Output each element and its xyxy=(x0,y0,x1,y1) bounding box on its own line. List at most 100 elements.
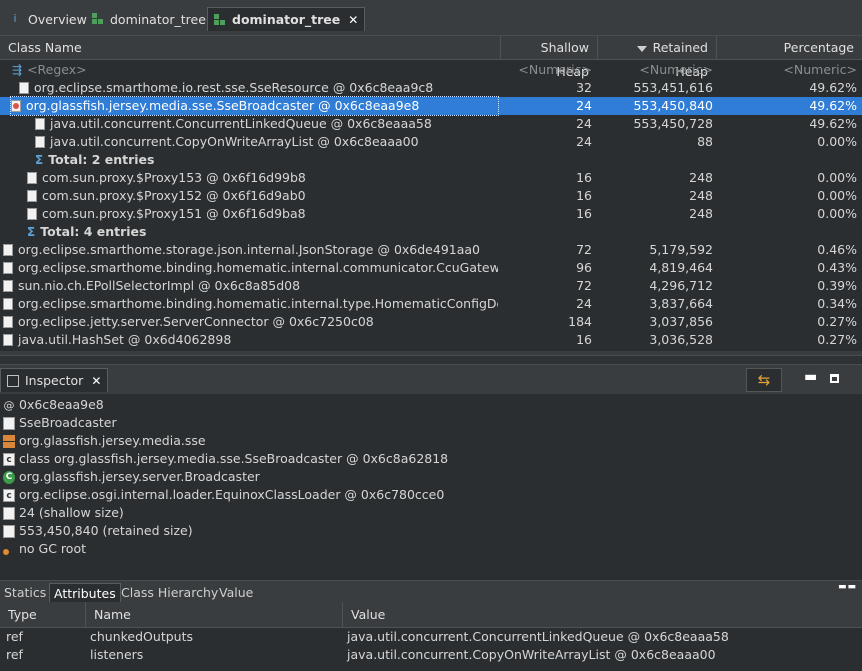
attr-type: ref xyxy=(6,629,23,644)
cell-shallow: 24 xyxy=(576,296,592,311)
tab-statics[interactable]: Statics xyxy=(0,583,50,603)
inspector-package: org.glassfish.jersey.media.sse xyxy=(3,432,206,450)
object-icon xyxy=(11,100,21,112)
cell-shallow: 96 xyxy=(576,260,592,275)
table-row[interactable]: org.glassfish.jersey.media.sse.SseBroadc… xyxy=(0,96,862,116)
horizontal-scrollbar[interactable] xyxy=(0,351,862,355)
filter-retained[interactable]: <Numeric> xyxy=(598,61,713,79)
cell-shallow: 16 xyxy=(576,332,592,347)
cell-class-name: java.util.HashSet @ 0x6d4062898 xyxy=(3,331,498,349)
tab-label: Overview xyxy=(28,11,87,27)
sum-icon: Σ xyxy=(35,153,44,167)
maximize-icon[interactable] xyxy=(830,374,839,383)
inspector-title: Inspector xyxy=(25,373,84,388)
table-row[interactable]: java.util.concurrent.ConcurrentLinkedQue… xyxy=(0,115,862,133)
inspector-subtabs: Statics Attributes Class Hierarchy Value… xyxy=(0,580,862,603)
class-icon: c xyxy=(3,452,15,466)
cell-shallow: 72 xyxy=(576,242,592,257)
object-icon xyxy=(27,208,37,220)
column-class-name[interactable]: Class Name xyxy=(0,36,501,60)
table-row[interactable]: java.util.concurrent.CopyOnWriteArrayLis… xyxy=(0,133,862,151)
tab-dominator-tree-1[interactable]: dominator_tree xyxy=(86,8,212,30)
sum-icon: Σ xyxy=(27,225,36,239)
object-icon xyxy=(35,118,45,130)
table-row[interactable]: ref listeners java.util.concurrent.CopyO… xyxy=(0,646,862,664)
column-retained-heap[interactable]: Retained Heap xyxy=(598,36,717,79)
table-row[interactable]: com.sun.proxy.$Proxy152 @ 0x6f16d9ab0 16 2… xyxy=(0,187,862,205)
cell-class-name: java.util.concurrent.ConcurrentLinkedQue… xyxy=(35,115,498,133)
minimize-icon[interactable]: ▬ xyxy=(804,369,817,385)
tab-overview[interactable]: i Overview xyxy=(2,8,93,30)
object-icon xyxy=(27,190,37,202)
inspector-shallow-size: 24 (shallow size) xyxy=(3,504,124,522)
table-row[interactable]: org.eclipse.smarthome.binding.homematic.… xyxy=(0,295,862,313)
table-row[interactable]: com.sun.proxy.$Proxy151 @ 0x6f16d9ba8 16 2… xyxy=(0,205,862,223)
total-row[interactable]: Σ Total: 4 entries xyxy=(0,223,862,241)
table-row[interactable]: com.sun.proxy.$Proxy153 @ 0x6f16d99b8 16 2… xyxy=(0,169,862,187)
column-type[interactable]: Type xyxy=(0,602,86,628)
cell-retained: 248 xyxy=(689,170,713,185)
object-icon xyxy=(3,298,13,310)
tab-dominator-tree-2[interactable]: dominator_tree ✕ xyxy=(207,7,366,31)
object-icon xyxy=(3,416,15,430)
cell-percent: 0.46% xyxy=(817,242,857,257)
column-name[interactable]: Name xyxy=(86,602,343,628)
total-row[interactable]: Σ Total: 2 entries xyxy=(0,151,862,169)
cell-class-name: com.sun.proxy.$Proxy152 @ 0x6f16d9ab0 xyxy=(27,187,498,205)
table-row[interactable]: org.eclipse.smarthome.storage.json.inter… xyxy=(0,241,862,259)
cell-percent: 0.00% xyxy=(817,188,857,203)
table-row[interactable]: sun.nio.ch.EPollSelectorImpl @ 0x6c8a85d… xyxy=(0,277,862,295)
filter-shallow[interactable]: <Numeric> xyxy=(501,61,592,79)
attr-value: java.util.concurrent.ConcurrentLinkedQue… xyxy=(347,629,729,644)
cell-retained: 3,036,528 xyxy=(649,332,713,347)
table-row[interactable]: ref chunkedOutputs java.util.concurrent.… xyxy=(0,628,862,646)
object-icon xyxy=(3,262,13,274)
tab-value[interactable]: Value xyxy=(215,583,257,603)
attr-value: java.util.concurrent.CopyOnWriteArrayLis… xyxy=(347,647,716,662)
cell-retained: 248 xyxy=(689,206,713,221)
inspector-classloader: c org.eclipse.osgi.internal.loader.Equino… xyxy=(3,486,444,504)
table-row[interactable]: java.util.HashSet @ 0x6d4062898 16 3,036,5… xyxy=(0,331,862,349)
cell-retained: 553,450,840 xyxy=(633,98,713,113)
column-shallow-heap[interactable]: Shallow Heap xyxy=(501,36,598,79)
attr-name: chunkedOutputs xyxy=(90,629,193,644)
cell-class-name: org.eclipse.smarthome.binding.homematic.… xyxy=(3,295,498,313)
editor-tab-bar: i Overview dominator_tree dominator_tree… xyxy=(0,0,862,36)
cell-shallow: 16 xyxy=(576,170,592,185)
attributes-table: Type Name Value ref chunkedOutputs java.… xyxy=(0,602,862,671)
close-icon[interactable]: ✕ xyxy=(348,13,358,27)
object-icon xyxy=(3,280,13,292)
sync-icon: ⇆ xyxy=(757,371,771,389)
object-icon xyxy=(35,136,45,148)
column-value[interactable]: Value xyxy=(343,602,862,628)
cell-percent: 0.43% xyxy=(817,260,857,275)
cell-percent: 0.34% xyxy=(817,296,857,311)
shallow-size-icon xyxy=(3,506,15,520)
column-percentage[interactable]: Percentage xyxy=(717,36,862,60)
cell-class-name: org.eclipse.smarthome.storage.json.inter… xyxy=(3,241,498,259)
view-menu-icon[interactable]: ▬▬ xyxy=(838,582,857,592)
cell-class-name: sun.nio.ch.EPollSelectorImpl @ 0x6c8a85d… xyxy=(3,277,498,295)
inspector-tab[interactable]: Inspector ✕ xyxy=(0,368,109,392)
tab-class-hierarchy[interactable]: Class Hierarchy xyxy=(117,583,222,603)
tab-attributes[interactable]: Attributes xyxy=(49,583,121,603)
info-icon: i xyxy=(13,12,17,25)
sync-button[interactable]: ⇆ xyxy=(746,368,782,392)
inspector-retained-size: 553,450,840 (retained size) xyxy=(3,522,193,540)
cell-shallow: 24 xyxy=(576,134,592,149)
table-row[interactable]: org.eclipse.smarthome.io.rest.sse.SseRes… xyxy=(0,79,862,97)
close-icon[interactable]: ✕ xyxy=(91,374,101,388)
cell-shallow xyxy=(501,223,592,241)
cell-class-name: com.sun.proxy.$Proxy153 @ 0x6f16d99b8 xyxy=(27,169,498,187)
filter-percentage[interactable]: <Numeric> xyxy=(717,61,857,79)
cell-retained: 3,037,856 xyxy=(649,314,713,329)
sort-descending-icon xyxy=(636,45,647,52)
table-row[interactable]: org.eclipse.smarthome.binding.homematic.… xyxy=(0,259,862,277)
table-row[interactable]: org.eclipse.jetty.server.ServerConnector… xyxy=(0,313,862,331)
filter-name[interactable]: ⇶ <Regex> xyxy=(12,61,498,79)
object-icon xyxy=(3,244,13,256)
object-icon xyxy=(27,172,37,184)
tree-icon xyxy=(214,13,226,26)
cell-retained: 88 xyxy=(697,134,713,149)
dominator-tree-table: Class Name Shallow Heap Retained Heap Pe… xyxy=(0,36,862,356)
